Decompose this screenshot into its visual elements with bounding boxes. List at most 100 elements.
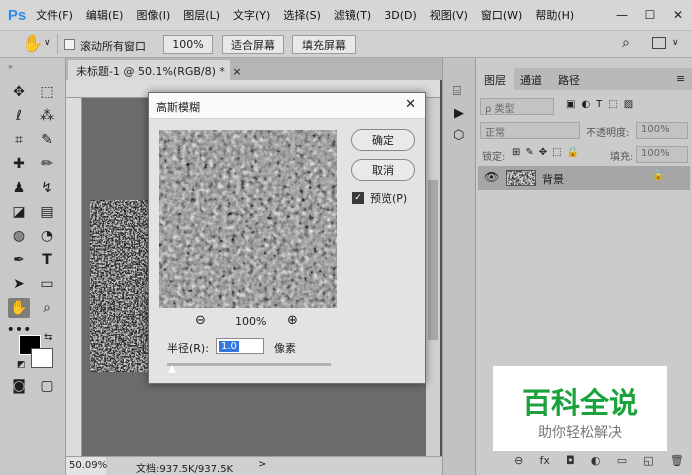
radius-input[interactable]: 1.0 [216,338,264,354]
panel-menu-icon[interactable]: ≡ [676,72,685,85]
chevron-down-icon[interactable]: ∨ [44,38,51,48]
3d-panel-icon[interactable]: ⬡ [453,128,464,143]
layer-name: 背景 [542,173,564,186]
visibility-eye-icon[interactable]: 👁 [484,170,499,184]
fit-screen-button[interactable]: 适合屏幕 [222,35,284,54]
scroll-all-windows-checkbox[interactable] [64,39,75,53]
menu-edit[interactable]: 编辑(E) [86,7,124,23]
menu-view[interactable]: 视图(V) [430,7,468,23]
vertical-ruler [66,98,82,456]
swap-colors-icon[interactable]: ⇆ [44,332,52,343]
link-layers-icon[interactable]: ⊖ [514,454,523,472]
pen-tool-icon[interactable]: ✒ [8,250,30,270]
play-actions-icon[interactable]: ▶ [454,106,464,121]
maximize-button[interactable]: ☐ [636,0,664,30]
default-colors-icon[interactable]: ◩ [17,360,26,370]
ok-button[interactable]: 确定 [351,129,415,151]
status-arrow-icon[interactable]: > [258,459,266,470]
clone-stamp-tool-icon[interactable]: ♟ [8,178,30,198]
brush-tool-icon[interactable]: ✏ [36,154,58,174]
filter-icons[interactable]: ▣◐T⬚▨ [566,99,639,110]
radius-label: 半径(R): [167,342,209,355]
blur-tool-icon[interactable]: ◍ [8,226,30,246]
fx-icon[interactable]: fx [539,454,549,472]
zoom-in-icon[interactable]: ⊕ [287,313,298,328]
lasso-tool-icon[interactable]: ℓ [8,106,30,126]
radius-slider-handle[interactable] [168,365,176,373]
move-tool-icon[interactable]: ✥ [8,82,30,102]
new-layer-icon[interactable]: ◱ [643,454,653,472]
delete-layer-icon[interactable]: 🗑 [670,454,684,472]
magic-wand-tool-icon[interactable]: ⁂ [36,106,58,126]
lock-label: 锁定: [482,152,506,163]
minimize-button[interactable]: — [608,0,636,30]
blend-mode-dropdown[interactable]: 正常 [480,122,580,139]
hand-tool-selected-icon[interactable]: ✋ [8,298,30,318]
zoom-out-icon[interactable]: ⊖ [195,313,206,328]
history-brush-tool-icon[interactable]: ↯ [36,178,58,198]
menu-window[interactable]: 窗口(W) [481,7,522,23]
dialog-close-icon[interactable]: ✕ [405,97,416,112]
fill-field[interactable]: 100% [636,146,688,163]
noise-canvas [90,200,150,372]
zoom-tool-icon[interactable]: ⌕ [36,298,58,318]
menu-3d[interactable]: 3D(D) [384,9,417,22]
layer-lock-icon: 🔒 [652,170,665,181]
lock-icons[interactable]: ⊞✎✥⬚🔒 [512,147,584,158]
menu-layer[interactable]: 图层(L) [183,7,220,23]
menu-filter[interactable]: 滤镜(T) [334,7,371,23]
screen-mode-icon[interactable]: ▢ [36,376,58,396]
document-tab[interactable]: 未标题-1 @ 50.1%(RGB/8) * × [68,60,242,80]
menu-file[interactable]: 文件(F) [36,7,73,23]
window-controls: — ☐ ✕ [608,0,692,30]
zoom-level-field[interactable]: 50.09% [66,457,107,475]
tab-paths[interactable]: 路径 [550,68,588,90]
cancel-button[interactable]: 取消 [351,159,415,181]
background-color-swatch[interactable] [31,348,53,368]
search-icon[interactable]: ⌕ [622,35,630,51]
tab-layers[interactable]: 图层 [476,68,514,90]
dodge-tool-icon[interactable]: ◔ [36,226,58,246]
layer-row-background[interactable]: 👁 背景 🔒 [478,166,690,190]
gradient-tool-icon[interactable]: ▤ [36,202,58,222]
preview-noise [159,130,337,308]
blur-preview[interactable] [159,130,337,308]
rectangle-tool-icon[interactable]: ▭ [36,274,58,294]
opacity-field[interactable]: 100% [636,122,688,139]
vertical-scrollbar-thumb[interactable] [428,180,438,340]
menu-select[interactable]: 选择(S) [283,7,321,23]
hand-tool-icon[interactable]: ✋ [22,34,43,54]
options-bar: ✋ ∨ 滚动所有窗口 100% 适合屏幕 填充屏幕 ⌕ ∨ [0,30,692,58]
document-tab-title: 未标题-1 @ 50.1%(RGB/8) * [76,65,225,78]
healing-brush-tool-icon[interactable]: ✚ [8,154,30,174]
quick-mask-icon[interactable]: ◙ [8,376,30,396]
tab-channels[interactable]: 通道 [512,68,550,90]
fill-screen-button[interactable]: 填充屏幕 [292,35,356,54]
workspace-chevron-icon[interactable]: ∨ [672,38,679,48]
marquee-tool-icon[interactable]: ⬚ [36,82,58,102]
crop-tool-icon[interactable]: ⌗ [8,130,30,150]
collapse-arrows-icon[interactable]: » [8,62,13,71]
preview-checkbox[interactable]: ✓ [352,192,364,204]
adjustment-layer-icon[interactable]: ◐ [591,454,601,472]
menu-help[interactable]: 帮助(H) [535,7,574,23]
menu-image[interactable]: 图像(I) [136,7,170,23]
watermark-title: 百科全说 [521,386,638,420]
radius-slider[interactable] [167,363,331,366]
dialog-title-bar: 高斯模糊 ✕ [149,93,425,119]
dialog-title: 高斯模糊 [156,101,200,114]
workspace-icon[interactable] [652,37,666,49]
new-group-icon[interactable]: ▭ [617,454,627,472]
layer-filter-dropdown[interactable]: ρ 类型 [480,98,554,115]
close-tab-icon[interactable]: × [232,65,241,78]
path-selection-tool-icon[interactable]: ➤ [8,274,30,294]
watermark-badge: 百科全说 助你轻松解决 [493,366,667,451]
type-tool-icon[interactable]: T [36,250,58,270]
history-icon[interactable]: ⌸ [453,84,461,99]
menu-type[interactable]: 文字(Y) [233,7,270,23]
add-mask-icon[interactable]: ◘ [566,454,575,472]
eraser-tool-icon[interactable]: ◪ [8,202,30,222]
close-button[interactable]: ✕ [664,0,692,30]
eyedropper-tool-icon[interactable]: ✎ [36,130,58,150]
zoom-100-button[interactable]: 100% [163,35,213,54]
